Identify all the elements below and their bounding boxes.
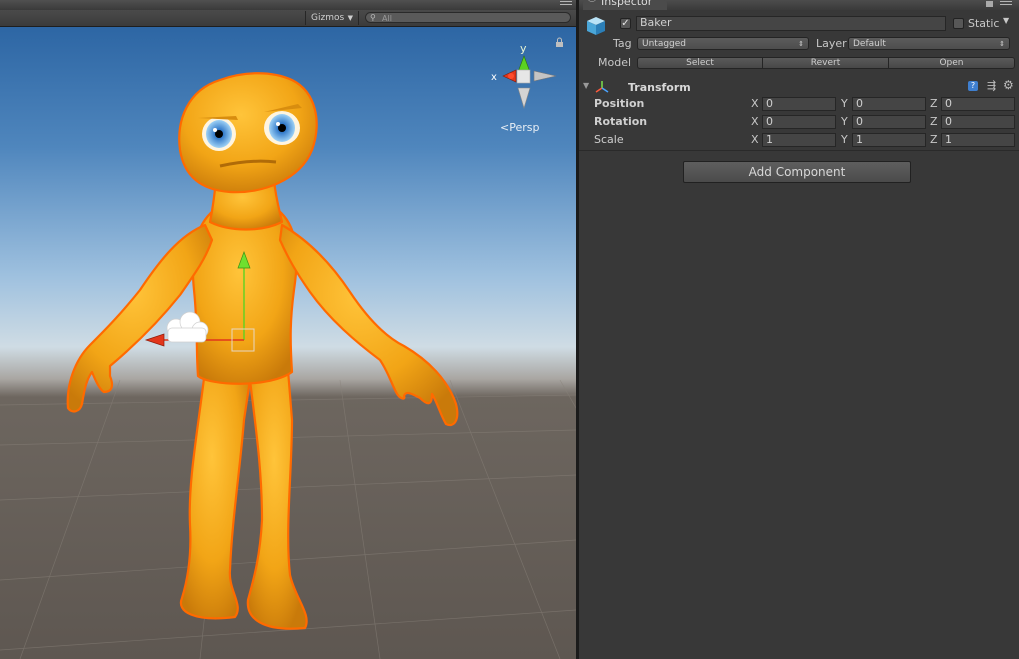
model-select-label: Select <box>686 58 714 68</box>
model-revert-label: Revert <box>810 58 841 68</box>
scene-search-input[interactable]: ⚲ All <box>365 12 571 23</box>
persp-icon: < <box>500 121 510 134</box>
layer-dropdown[interactable]: Default ⇕ <box>848 37 1010 50</box>
axis-y-label: y <box>520 42 527 55</box>
chevron-down-icon: ▼ <box>347 14 353 22</box>
projection-label[interactable]: <Persp <box>500 121 539 134</box>
active-checkbox[interactable]: ✓ <box>620 18 631 29</box>
transform-row-position: Position X 0 Y 0 Z 0 <box>579 96 1019 112</box>
persp-text: Persp <box>509 121 540 134</box>
axis-y-label: Y <box>841 97 848 110</box>
position-label: Position <box>594 97 645 110</box>
rotation-z-value: 0 <box>945 115 952 128</box>
axis-x-label: X <box>751 133 759 146</box>
model-open-button[interactable]: Open <box>888 57 1015 69</box>
scene-viewport[interactable]: y x <Persp <box>0 27 576 659</box>
tag-value: Untagged <box>642 39 687 49</box>
axis-x-label: X <box>751 97 759 110</box>
model-label: Model <box>598 56 632 69</box>
help-icon[interactable]: ? <box>968 81 978 91</box>
position-y-value: 0 <box>856 97 863 110</box>
updown-icon: ⇕ <box>999 40 1005 48</box>
inspector-tab-bar: ⓘ Inspector <box>579 0 1019 10</box>
axis-z-label: Z <box>930 97 938 110</box>
info-icon: ⓘ <box>587 0 597 4</box>
scale-x-value: 1 <box>766 133 773 146</box>
scale-z-value: 1 <box>945 133 952 146</box>
scene-tab-menu-icon[interactable] <box>560 1 572 9</box>
position-x-value: 0 <box>766 97 773 110</box>
scene-view-panel: Gizmos ▼ ⚲ All y x <Persp <box>0 0 576 659</box>
inspector-lock-icon[interactable] <box>986 1 993 7</box>
inspector-panel: ⓘ Inspector ✓ Baker Static ▼ Tag Untagge… <box>579 0 1019 659</box>
transform-icon <box>595 81 609 93</box>
tab-inspector[interactable]: ⓘ Inspector <box>583 0 667 10</box>
gameobject-cube-icon <box>587 17 605 35</box>
rotation-z-field[interactable]: 0 <box>941 115 1015 129</box>
axis-x-label: x <box>491 72 497 83</box>
position-z-field[interactable]: 0 <box>941 97 1015 111</box>
position-x-field[interactable]: 0 <box>762 97 836 111</box>
object-name-field[interactable]: Baker <box>636 16 946 31</box>
layer-label: Layer <box>816 37 847 50</box>
tab-inspector-label: Inspector <box>601 0 653 8</box>
tag-dropdown[interactable]: Untagged ⇕ <box>637 37 809 50</box>
tag-label: Tag <box>613 37 632 50</box>
rotation-x-value: 0 <box>766 115 773 128</box>
axis-z-label: Z <box>930 115 938 128</box>
rotation-x-field[interactable]: 0 <box>762 115 836 129</box>
position-y-field[interactable]: 0 <box>852 97 926 111</box>
add-component-button[interactable]: Add Component <box>683 161 911 183</box>
gizmos-dropdown[interactable]: Gizmos ▼ <box>305 11 359 25</box>
position-z-value: 0 <box>945 97 952 110</box>
static-label: Static <box>968 17 1000 30</box>
axis-y-label: Y <box>841 115 848 128</box>
scene-toolbar: Gizmos ▼ ⚲ All <box>0 10 576 27</box>
lock-icon[interactable] <box>556 37 563 47</box>
object-name-value: Baker <box>640 16 672 29</box>
scale-y-value: 1 <box>856 133 863 146</box>
updown-icon: ⇕ <box>798 40 804 48</box>
model-open-label: Open <box>939 58 964 68</box>
search-icon: ⚲ <box>370 13 376 22</box>
scale-x-field[interactable]: 1 <box>762 133 836 147</box>
foldout-arrow-icon[interactable]: ▼ <box>583 81 589 90</box>
transform-title: Transform <box>628 81 691 94</box>
rotation-y-value: 0 <box>856 115 863 128</box>
transform-row-scale: Scale X 1 Y 1 Z 1 <box>579 132 1019 148</box>
layer-value: Default <box>853 39 886 49</box>
inspector-tab-menu-icon[interactable] <box>1000 1 1012 9</box>
rotation-y-field[interactable]: 0 <box>852 115 926 129</box>
scale-y-field[interactable]: 1 <box>852 133 926 147</box>
gear-icon[interactable]: ⚙ <box>1003 78 1014 92</box>
axis-x-label: X <box>751 115 759 128</box>
axis-y-label: Y <box>841 133 848 146</box>
add-component-label: Add Component <box>748 165 846 179</box>
transform-row-rotation: Rotation X 0 Y 0 Z 0 <box>579 114 1019 130</box>
axis-z-label: Z <box>930 133 938 146</box>
character-baker <box>66 72 459 630</box>
static-checkbox[interactable] <box>953 18 964 29</box>
scene-canvas: y x <box>0 37 576 659</box>
orientation-gizmo[interactable]: y x <box>491 42 557 110</box>
rotation-label: Rotation <box>594 115 648 128</box>
gizmos-label: Gizmos <box>311 13 345 23</box>
model-revert-button[interactable]: Revert <box>762 57 889 69</box>
model-select-button[interactable]: Select <box>637 57 763 69</box>
preset-icon[interactable]: ⇶ <box>987 79 996 92</box>
scene-tab-strip <box>0 0 576 10</box>
transform-header[interactable]: ▼ Transform ? ⇶ ⚙ <box>579 78 1019 96</box>
scale-label: Scale <box>594 133 624 146</box>
scene-search-placeholder: All <box>382 14 392 23</box>
scale-z-field[interactable]: 1 <box>941 133 1015 147</box>
component-divider <box>579 150 1019 151</box>
static-dropdown-arrow-icon[interactable]: ▼ <box>1003 16 1009 25</box>
